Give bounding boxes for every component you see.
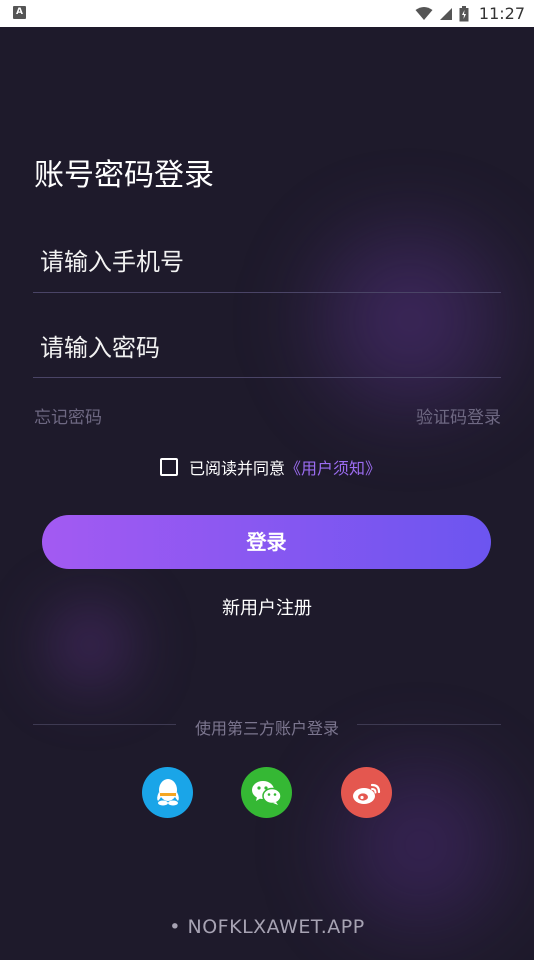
register-link: 新用户注册	[0, 594, 534, 620]
wechat-login-button[interactable]	[241, 767, 292, 818]
status-time: 11:27	[478, 4, 525, 23]
password-input[interactable]	[40, 318, 495, 377]
third-party-label: 使用第三方账户登录	[194, 719, 339, 738]
wifi-icon	[415, 6, 433, 20]
divider-right	[357, 724, 501, 725]
qq-icon	[156, 778, 179, 805]
register-link-label[interactable]: 新用户注册	[222, 598, 312, 619]
phone-field	[33, 232, 501, 293]
watermark: • NOFKLXAWET.APP	[169, 916, 365, 938]
code-login-link[interactable]: 验证码登录	[416, 403, 501, 428]
forgot-password-link[interactable]: 忘记密码	[34, 403, 102, 428]
password-field	[33, 318, 501, 378]
status-icons: 11:27	[415, 0, 525, 27]
wechat-icon	[251, 780, 282, 805]
agree-text: 已阅读并同意	[189, 459, 286, 478]
login-button[interactable]: 登录	[42, 515, 491, 569]
weibo-login-button[interactable]	[341, 767, 392, 818]
battery-icon	[459, 5, 469, 21]
status-bar: A 11:27	[0, 0, 534, 27]
weibo-icon	[352, 783, 380, 804]
notification-app-icon: A	[13, 6, 26, 19]
agreement-row: 已阅读并同意 《用户须知》	[160, 455, 381, 479]
page-title: 账号密码登录	[34, 158, 214, 193]
qq-login-button[interactable]	[142, 767, 193, 818]
phone-input[interactable]	[40, 232, 495, 292]
agree-checkbox[interactable]	[160, 458, 178, 476]
cellular-signal-icon	[439, 7, 452, 20]
user-notice-link[interactable]: 《用户须知》	[285, 455, 381, 479]
